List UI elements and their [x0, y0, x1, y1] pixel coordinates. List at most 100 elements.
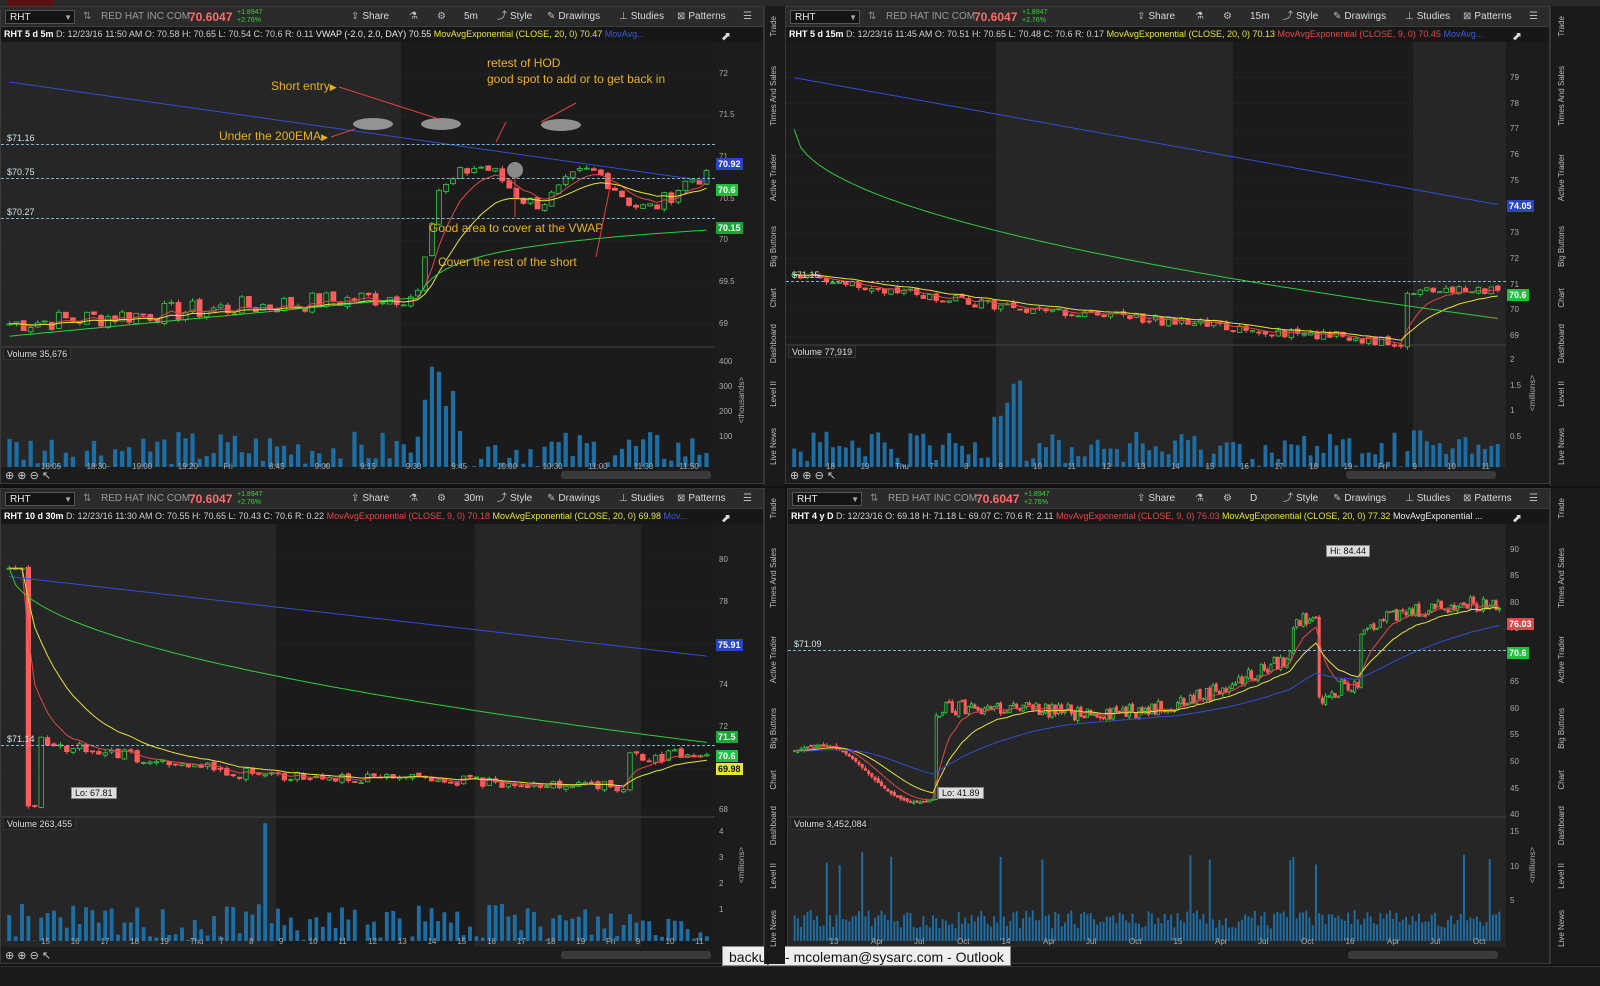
chart-panel-p4[interactable]: RHT ▼ ⇅ RED HAT INC COM 70.6047 +1.8947 +2.76%… — [787, 488, 1550, 964]
link-icon[interactable]: ⇅ — [83, 7, 91, 27]
side-tab-dashboard[interactable]: Dashboard — [769, 806, 778, 845]
zoom-reset-icon[interactable]: ⊕ — [5, 950, 17, 962]
symbol-input[interactable]: RHT ▼ — [5, 10, 75, 24]
price-chart[interactable] — [1, 27, 715, 467]
studies-button[interactable]: ⊥ Studies — [619, 7, 664, 27]
zoom-in-icon[interactable]: ⊕ — [17, 950, 29, 962]
side-tab-big-buttons[interactable]: Big Buttons — [769, 226, 778, 267]
interval-button[interactable]: 5m — [464, 7, 478, 27]
flask-icon[interactable]: ⚗ — [1195, 7, 1207, 27]
zoom-out-icon[interactable]: ⊖ — [30, 470, 42, 482]
side-tab-trade[interactable]: Trade — [1557, 16, 1566, 37]
side-tab-active-trader[interactable]: Active Trader — [1557, 154, 1566, 201]
patterns-button[interactable]: ⊠ Patterns — [1463, 7, 1512, 27]
style-button[interactable]: ⤴ Style — [497, 489, 532, 509]
symbol-input[interactable]: RHT ▼ — [5, 492, 75, 506]
side-tab-level-ii[interactable]: Level II — [1557, 863, 1566, 889]
chevron-down-icon[interactable]: ▼ — [849, 11, 857, 25]
studies-button[interactable]: ⊥ Studies — [619, 489, 664, 509]
chart-panel-p3[interactable]: RHT ▼ ⇅ RED HAT INC COM 70.6047 +1.8947 +2.76%… — [0, 488, 764, 964]
link-icon[interactable]: ⇅ — [868, 7, 876, 27]
price-chart[interactable] — [1, 509, 715, 947]
flask-icon[interactable]: ⚗ — [1195, 489, 1207, 509]
zoom-out-icon[interactable]: ⊖ — [815, 470, 827, 482]
side-tab-live-news[interactable]: Live News — [769, 428, 778, 465]
share-button[interactable]: ⇪ Share — [351, 7, 389, 27]
side-tab-dashboard[interactable]: Dashboard — [1557, 806, 1566, 845]
studies-button[interactable]: ⊥ Studies — [1405, 7, 1450, 27]
cursor-icon[interactable]: ↖ — [827, 470, 836, 482]
side-tab-dashboard[interactable]: Dashboard — [769, 324, 778, 363]
share-button[interactable]: ⇪ Share — [1137, 489, 1175, 509]
style-button[interactable]: ⤴ Style — [1283, 489, 1318, 509]
side-tab-dashboard[interactable]: Dashboard — [1557, 324, 1566, 363]
zoom-in-icon[interactable]: ⊕ — [17, 470, 29, 482]
gear-icon[interactable]: ⚙ — [437, 7, 449, 27]
menu-icon[interactable]: ☰ — [743, 7, 755, 27]
side-tab-times-and-sales[interactable]: Times And Sales — [769, 548, 778, 608]
drawing-tool-icon[interactable]: ⬈ — [721, 29, 731, 43]
side-tab-live-news[interactable]: Live News — [769, 910, 778, 947]
drawing-tool-icon[interactable]: ⬈ — [1512, 511, 1522, 525]
chevron-down-icon[interactable]: ▼ — [851, 493, 859, 507]
side-tab-level-ii[interactable]: Level II — [769, 863, 778, 889]
flask-icon[interactable]: ⚗ — [409, 489, 421, 509]
style-button[interactable]: ⤴ Style — [497, 7, 532, 27]
side-tab-times-and-sales[interactable]: Times And Sales — [769, 66, 778, 126]
price-level-line[interactable] — [1, 143, 715, 145]
share-button[interactable]: ⇪ Share — [351, 489, 389, 509]
drawing-tool-icon[interactable]: ⬈ — [721, 511, 731, 525]
drawings-button[interactable]: ✎ Drawings — [547, 7, 600, 27]
zoom-in-icon[interactable]: ⊕ — [802, 470, 814, 482]
horizontal-scrollbar[interactable] — [1348, 951, 1498, 959]
chart-panel-p1[interactable]: RHT ▼ ⇅ RED HAT INC COM 70.6047 +1.8947 +2.76%… — [0, 6, 764, 484]
side-tab-big-buttons[interactable]: Big Buttons — [1557, 226, 1566, 267]
menu-icon[interactable]: ☰ — [1529, 7, 1541, 27]
side-tab-level-ii[interactable]: Level II — [769, 381, 778, 407]
chevron-down-icon[interactable]: ▼ — [64, 493, 72, 507]
side-tab-active-trader[interactable]: Active Trader — [769, 636, 778, 683]
gear-icon[interactable]: ⚙ — [1223, 489, 1235, 509]
drawings-button[interactable]: ✎ Drawings — [547, 489, 600, 509]
side-tab-chart[interactable]: Chart — [769, 770, 778, 790]
side-tab-trade[interactable]: Trade — [1557, 498, 1566, 519]
side-tab-times-and-sales[interactable]: Times And Sales — [1557, 548, 1566, 608]
gear-icon[interactable]: ⚙ — [437, 489, 449, 509]
menu-icon[interactable]: ☰ — [743, 489, 755, 509]
chart-panel-p2[interactable]: RHT ▼ ⇅ RED HAT INC COM 70.6047 +1.8947 +2.76%… — [785, 6, 1550, 484]
interval-button[interactable]: D — [1250, 489, 1257, 509]
studies-button[interactable]: ⊥ Studies — [1405, 489, 1450, 509]
price-level-line[interactable] — [1, 744, 715, 746]
style-button[interactable]: ⤴ Style — [1283, 7, 1318, 27]
side-tab-trade[interactable]: Trade — [769, 16, 778, 37]
zoom-reset-icon[interactable]: ⊕ — [790, 470, 802, 482]
flask-icon[interactable]: ⚗ — [409, 7, 421, 27]
side-tab-trade[interactable]: Trade — [769, 498, 778, 519]
price-chart[interactable] — [788, 509, 1506, 947]
horizontal-scrollbar[interactable] — [561, 471, 711, 479]
cursor-icon[interactable]: ↖ — [42, 470, 51, 482]
price-level-line[interactable] — [786, 280, 1506, 282]
drawing-tool-icon[interactable]: ⬈ — [1512, 29, 1522, 43]
side-tab-big-buttons[interactable]: Big Buttons — [769, 708, 778, 749]
side-tab-level-ii[interactable]: Level II — [1557, 381, 1566, 407]
symbol-input[interactable]: RHT ▼ — [790, 10, 860, 24]
chevron-down-icon[interactable]: ▼ — [64, 11, 72, 25]
price-level-line[interactable] — [1, 217, 715, 219]
zoom-reset-icon[interactable]: ⊕ — [5, 470, 17, 482]
price-level-line[interactable] — [788, 650, 1506, 651]
drawings-button[interactable]: ✎ Drawings — [1333, 489, 1386, 509]
link-icon[interactable]: ⇅ — [83, 489, 91, 509]
interval-button[interactable]: 30m — [464, 489, 483, 509]
patterns-button[interactable]: ⊠ Patterns — [677, 7, 726, 27]
drawings-button[interactable]: ✎ Drawings — [1333, 7, 1386, 27]
patterns-button[interactable]: ⊠ Patterns — [677, 489, 726, 509]
side-tab-times-and-sales[interactable]: Times And Sales — [1557, 66, 1566, 126]
side-tab-active-trader[interactable]: Active Trader — [1557, 636, 1566, 683]
side-tab-chart[interactable]: Chart — [1557, 288, 1566, 308]
patterns-button[interactable]: ⊠ Patterns — [1463, 489, 1512, 509]
horizontal-scrollbar[interactable] — [1346, 471, 1496, 479]
link-icon[interactable]: ⇅ — [870, 489, 878, 509]
cursor-icon[interactable]: ↖ — [42, 950, 51, 962]
side-tab-active-trader[interactable]: Active Trader — [769, 154, 778, 201]
